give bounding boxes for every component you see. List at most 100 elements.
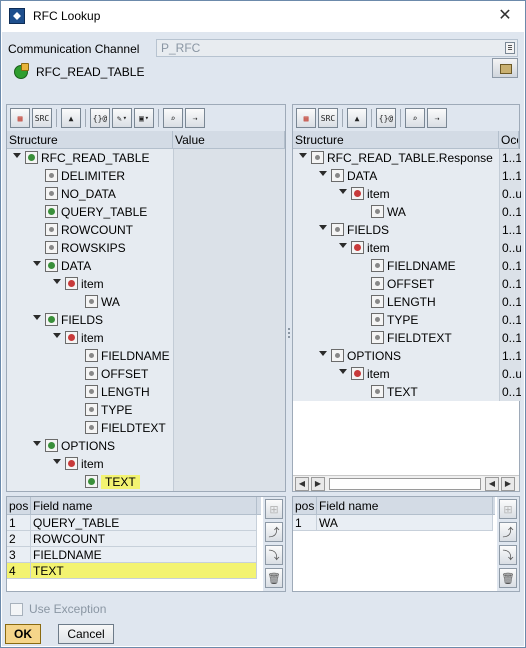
tree-row[interactable]: OPTIONS 1..1 [293,347,521,365]
tree-row[interactable]: RFC_READ_TABLE.Response 1..1 [293,149,521,167]
horizontal-scrollbar[interactable]: ◀ ▶ ◀ ▶ [293,475,519,491]
tree-row[interactable]: item [7,455,285,473]
expand-toggle-icon[interactable] [33,441,41,446]
expand-toggle-icon[interactable] [319,351,327,356]
use-exception-checkbox[interactable] [10,602,23,616]
tree-row[interactable]: ROWCOUNT [7,221,285,239]
var-icon[interactable]: {}@ [376,108,396,128]
communication-channel-field[interactable]: P_RFC [156,39,518,57]
tree-row[interactable]: LENGTH [7,383,285,401]
delete-icon[interactable]: 🗑 [265,568,283,588]
select-icon[interactable]: ▣ ▾ [134,108,154,128]
tree-row[interactable]: FIELDTEXT 0..1 [293,329,521,347]
tree-row[interactable]: item 0..u [293,239,521,257]
find-next-icon[interactable]: ⇢ [427,108,447,128]
value-column-header[interactable]: Value [173,131,285,148]
wand-icon[interactable]: ✎ ▾ [112,108,132,128]
tree-row[interactable]: OFFSET 0..1 [293,275,521,293]
expand-toggle-icon[interactable] [53,333,61,338]
collapse-icon[interactable]: ▲ [347,108,367,128]
tree-row[interactable]: NO_DATA [7,185,285,203]
table-node-icon [351,187,364,200]
structure-column-header[interactable]: Structure [7,131,173,148]
ok-button[interactable]: OK [5,624,41,644]
src-icon[interactable]: SRC [32,108,52,128]
tree-row[interactable]: TEXT 0..1 [293,383,521,401]
expand-toggle-icon[interactable] [33,315,41,320]
tree-row[interactable]: item 0..u [293,365,521,383]
pos-column-header[interactable]: pos [293,497,317,514]
expand-toggle-icon[interactable] [339,189,347,194]
tree-row[interactable]: TEXT [7,473,285,491]
expand-toggle-icon[interactable] [53,279,61,284]
tree-row[interactable]: WA 0..1 [293,203,521,221]
pos-column-header[interactable]: pos [7,497,31,514]
expand-toggle-icon[interactable] [33,261,41,266]
expand-toggle-icon[interactable] [339,369,347,374]
expand-toggle-icon[interactable] [339,243,347,248]
collapse-icon[interactable]: ▲ [61,108,81,128]
tree-row[interactable]: OFFSET [7,365,285,383]
grid-icon[interactable]: ▦ [10,108,30,128]
field-icon [45,223,58,236]
tree-row[interactable]: QUERY_TABLE [7,203,285,221]
move-down-icon[interactable]: ⤵ [499,545,517,565]
tree-row[interactable]: FIELDNAME [7,347,285,365]
scroll-right-icon[interactable]: ▶ [311,477,325,491]
tree-row[interactable]: FIELDNAME 0..1 [293,257,521,275]
table-row[interactable]: 1 QUERY_TABLE [7,515,257,531]
move-up-icon[interactable]: ⤴ [265,522,283,542]
expand-toggle-icon[interactable] [319,225,327,230]
tree-row[interactable]: DELIMITER [7,167,285,185]
find-icon[interactable]: ⌕ [405,108,425,128]
expand-toggle-icon[interactable] [13,153,21,158]
table-row[interactable]: 4 TEXT [7,563,257,579]
tree-row[interactable]: item 0..u [293,185,521,203]
expand-toggle-icon[interactable] [53,459,61,464]
value-help-icon[interactable] [505,42,515,54]
tree-row[interactable]: DATA [7,257,285,275]
tree-row[interactable]: TYPE [7,401,285,419]
delete-icon[interactable]: 🗑 [499,568,517,588]
table-row[interactable]: 1 WA [293,515,493,531]
tree-row[interactable]: DATA 1..1 [293,167,521,185]
cancel-button[interactable]: Cancel [58,624,114,644]
src-icon[interactable]: SRC [318,108,338,128]
tree-row[interactable]: item [7,329,285,347]
tree-row[interactable]: FIELDS 1..1 [293,221,521,239]
table-row[interactable]: 2 ROWCOUNT [7,531,257,547]
tree-row[interactable]: LENGTH 0..1 [293,293,521,311]
table-row[interactable]: 3 FIELDNAME [7,547,257,563]
add-row-icon[interactable]: ⊞ [499,499,517,519]
move-up-icon[interactable]: ⤴ [499,522,517,542]
scroll-left-icon[interactable]: ◀ [485,477,499,491]
add-row-icon[interactable]: ⊞ [265,499,283,519]
find-icon[interactable]: ⌕ [163,108,183,128]
field-icon [331,349,344,362]
close-button[interactable]: ✕ [495,5,515,25]
expand-toggle-icon[interactable] [299,153,307,158]
tree-row[interactable]: TYPE 0..1 [293,311,521,329]
occurrence-column-header[interactable]: Occ [499,131,519,148]
var-icon[interactable]: {}@ [90,108,110,128]
tree-row[interactable]: ROWSKIPS [7,239,285,257]
structure-column-header[interactable]: Structure [293,131,499,148]
scroll-left-icon[interactable]: ◀ [295,477,309,491]
expand-toggle-icon[interactable] [319,171,327,176]
splitter-handle[interactable] [288,328,292,342]
tree-row[interactable]: WA [7,293,285,311]
move-down-icon[interactable]: ⤵ [265,545,283,565]
field-icon [371,205,384,218]
tree-row[interactable]: FIELDTEXT [7,419,285,437]
tree-row[interactable]: FIELDS [7,311,285,329]
scroll-right-icon[interactable]: ▶ [501,477,515,491]
grid-icon[interactable]: ▦ [296,108,316,128]
field-name-column-header[interactable]: Field name [31,497,257,514]
scrollbar-thumb[interactable] [329,478,481,490]
tree-row[interactable]: RFC_READ_TABLE [7,149,285,167]
tree-row[interactable]: item [7,275,285,293]
field-name-column-header[interactable]: Field name [317,497,493,514]
find-next-icon[interactable]: ⇢ [185,108,205,128]
tree-row[interactable]: OPTIONS [7,437,285,455]
display-button[interactable] [492,58,518,78]
